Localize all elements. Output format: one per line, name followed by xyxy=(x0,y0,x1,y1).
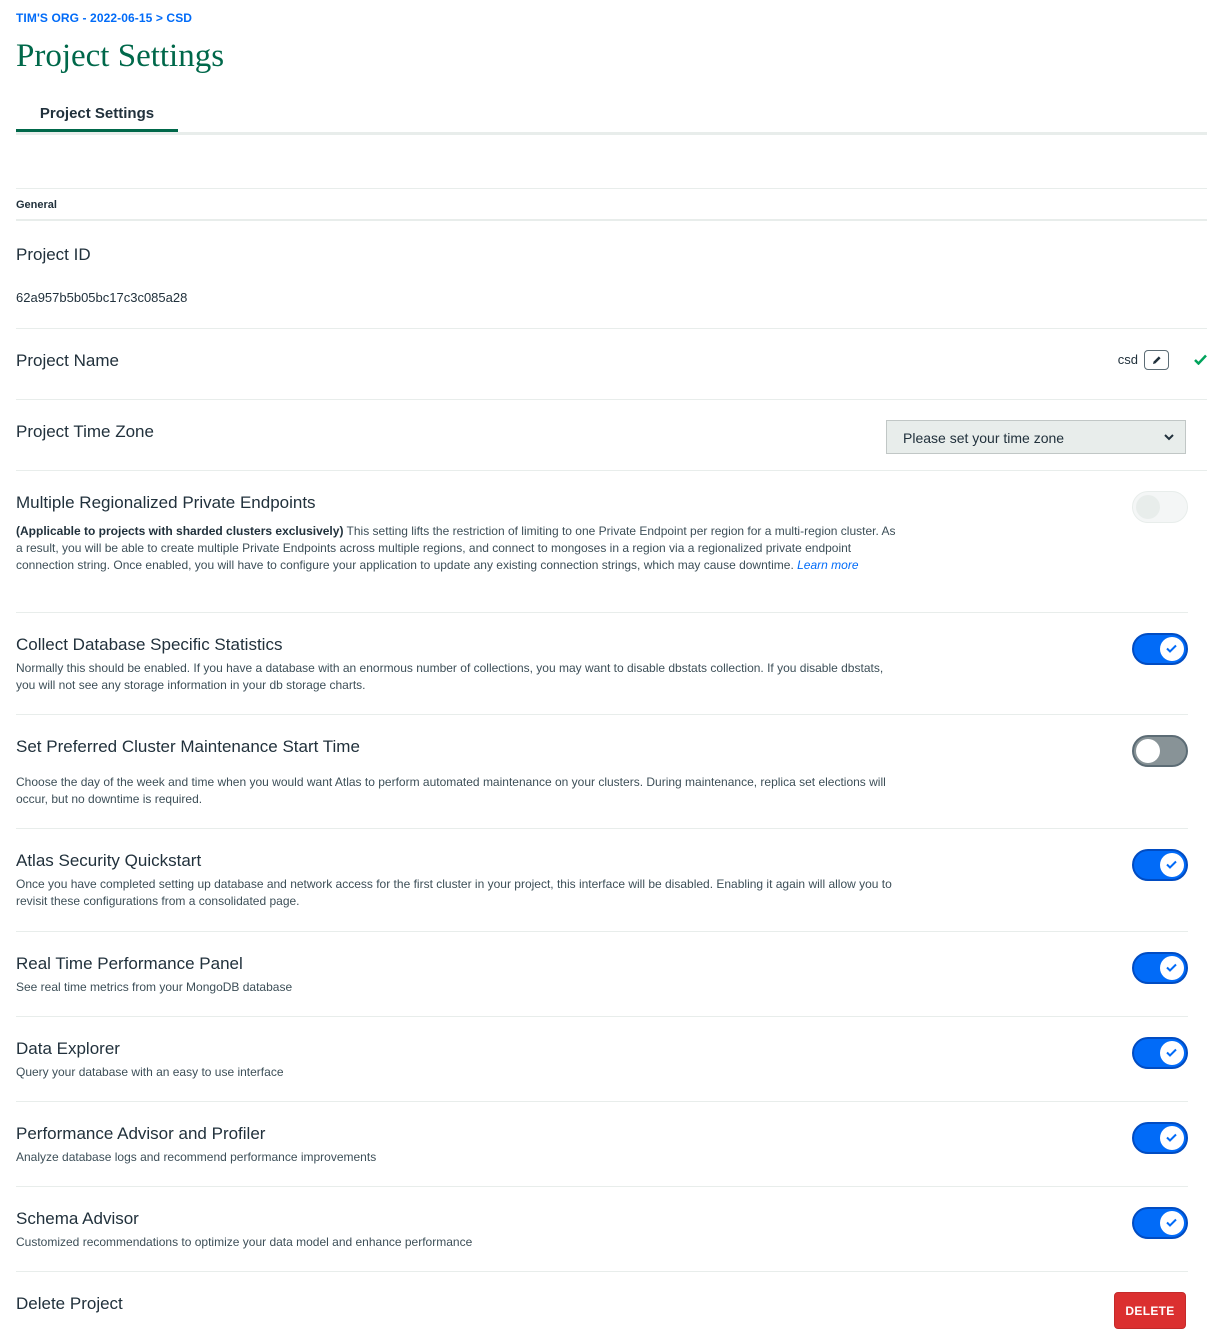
performance-advisor-toggle[interactable] xyxy=(1132,1122,1188,1154)
tab-project-settings[interactable]: Project Settings xyxy=(16,96,178,132)
section-label: General xyxy=(16,199,57,211)
setting-description: (Applicable to projects with sharded clu… xyxy=(16,523,896,574)
setting-row-security-quickstart: Atlas Security Quickstart Once you have … xyxy=(16,829,1188,932)
data-explorer-toggle[interactable] xyxy=(1132,1037,1188,1069)
project-id-value: 62a957b5b05bc17c3c085a28 xyxy=(16,290,188,305)
setting-row-regionalized-private-endpoints: Multiple Regionalized Private Endpoints … xyxy=(16,471,1188,613)
page-title: Project Settings xyxy=(16,38,225,74)
project-time-zone-title: Project Time Zone xyxy=(16,422,154,441)
pencil-icon xyxy=(1153,356,1161,364)
security-quickstart-toggle[interactable] xyxy=(1132,849,1188,881)
project-id-title: Project ID xyxy=(16,245,91,264)
checkmark-icon xyxy=(1166,1133,1177,1142)
time-zone-select[interactable]: Please set your time zone xyxy=(886,420,1186,454)
project-id-row: Project ID 62a957b5b05bc17c3c085a28 xyxy=(16,221,1207,329)
setting-description: Analyze database logs and recommend perf… xyxy=(16,1150,377,1164)
time-zone-selected-value: Please set your time zone xyxy=(903,430,1065,446)
project-time-zone-row: Project Time Zone Please set your time z… xyxy=(16,400,1207,471)
setting-description: Once you have completed setting up datab… xyxy=(16,877,892,908)
setting-row-collect-db-statistics: Collect Database Specific Statistics Nor… xyxy=(16,613,1188,715)
setting-row-real-time-performance: Real Time Performance Panel See real tim… xyxy=(16,932,1188,1017)
setting-description: See real time metrics from your MongoDB … xyxy=(16,980,293,994)
setting-title: Atlas Security Quickstart xyxy=(16,851,202,870)
checkmark-icon xyxy=(1166,963,1177,972)
checkmark-icon xyxy=(1166,644,1177,653)
setting-row-data-explorer: Data Explorer Query your database with a… xyxy=(16,1017,1188,1102)
project-name-value: csd xyxy=(1117,352,1138,367)
setting-description: Query your database with an easy to use … xyxy=(16,1065,284,1079)
setting-title: Set Preferred Cluster Maintenance Start … xyxy=(16,737,360,756)
edit-project-name-button[interactable] xyxy=(1144,350,1169,370)
breadcrumb-project-link[interactable]: CSD xyxy=(166,11,192,25)
checkmark-icon xyxy=(1194,354,1207,365)
setting-row-performance-advisor: Performance Advisor and Profiler Analyze… xyxy=(16,1102,1188,1187)
setting-title: Schema Advisor xyxy=(16,1209,139,1228)
maintenance-start-time-toggle[interactable] xyxy=(1132,735,1188,767)
project-name-title: Project Name xyxy=(16,351,119,370)
setting-description: Customized recommendations to optimize y… xyxy=(16,1235,473,1249)
setting-description-bold: (Applicable to projects with sharded clu… xyxy=(16,524,344,538)
checkmark-icon xyxy=(1166,860,1177,869)
setting-title: Performance Advisor and Profiler xyxy=(16,1124,266,1143)
setting-title: Real Time Performance Panel xyxy=(16,954,243,973)
section-header-general: General xyxy=(16,188,1207,221)
schema-advisor-toggle[interactable] xyxy=(1132,1207,1188,1239)
setting-row-schema-advisor: Schema Advisor Customized recommendation… xyxy=(16,1187,1188,1272)
breadcrumb: TIM'S ORG - 2022-06-15 > CSD xyxy=(16,11,192,25)
setting-description: Normally this should be enabled. If you … xyxy=(16,661,884,692)
learn-more-link[interactable]: Learn more xyxy=(797,558,858,572)
regionalized-private-endpoints-toggle[interactable] xyxy=(1132,491,1188,523)
checkmark-icon xyxy=(1166,1048,1177,1057)
setting-title: Data Explorer xyxy=(16,1039,120,1058)
project-name-row: Project Name csd xyxy=(16,329,1207,400)
delete-project-row: Delete Project DELETE xyxy=(16,1272,1207,1332)
setting-row-maintenance-start-time: Set Preferred Cluster Maintenance Start … xyxy=(16,715,1188,829)
delete-project-title: Delete Project xyxy=(16,1294,123,1313)
breadcrumb-separator: > xyxy=(155,11,163,25)
setting-title: Collect Database Specific Statistics xyxy=(16,635,283,654)
tab-bar: Project Settings xyxy=(16,96,1207,135)
setting-description: Choose the day of the week and time when… xyxy=(16,775,886,806)
setting-title: Multiple Regionalized Private Endpoints xyxy=(16,493,316,512)
real-time-performance-toggle[interactable] xyxy=(1132,952,1188,984)
chevron-down-icon xyxy=(1164,434,1174,441)
delete-project-button[interactable]: DELETE xyxy=(1114,1292,1186,1329)
collect-db-statistics-toggle[interactable] xyxy=(1132,633,1188,665)
breadcrumb-org-link[interactable]: TIM'S ORG - 2022-06-15 xyxy=(16,11,152,25)
checkmark-icon xyxy=(1166,1218,1177,1227)
